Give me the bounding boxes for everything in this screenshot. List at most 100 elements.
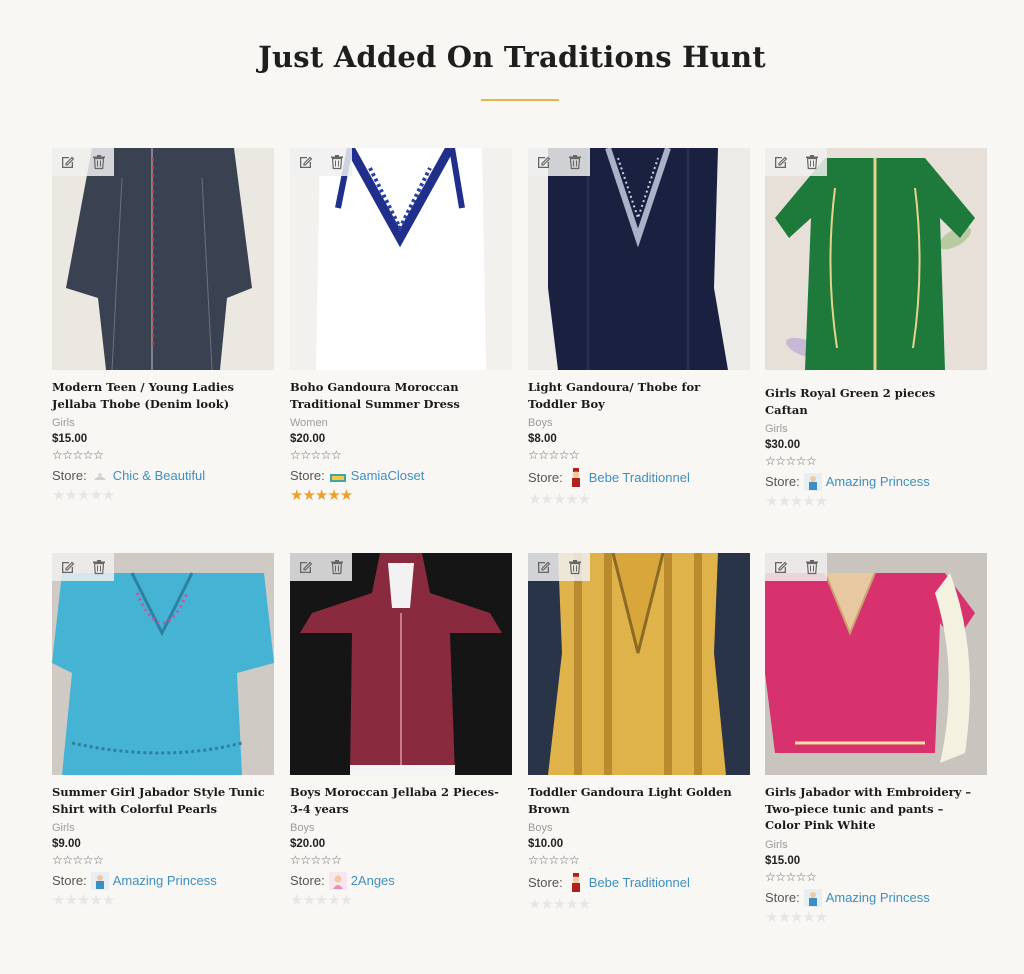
store-rating: ★★★★★: [52, 892, 115, 909]
product-category[interactable]: Boys: [528, 417, 750, 429]
trash-icon[interactable]: [559, 148, 590, 176]
trash-icon[interactable]: [83, 148, 114, 176]
store-rating: ★★★★★: [528, 491, 591, 508]
product-name[interactable]: Summer Girl Jabador Style Tunic Shirt wi…: [52, 784, 274, 817]
store-link[interactable]: Amazing Princess: [826, 473, 930, 491]
store-line: Store: Amazing Princess: [765, 888, 987, 907]
store-link[interactable]: SamiaCloset: [351, 467, 425, 485]
product-tools: [52, 553, 114, 581]
edit-icon[interactable]: [52, 553, 83, 581]
product-tools: [528, 553, 590, 581]
store-label: Store:: [765, 889, 800, 905]
product-name[interactable]: Girls Royal Green 2 pieces Caftan: [765, 385, 987, 418]
edit-icon[interactable]: [765, 553, 796, 581]
product-card: Toddler Gandoura Light Golden Brown Boys…: [528, 553, 750, 913]
product-tools: [528, 148, 590, 176]
trash-icon[interactable]: [321, 553, 352, 581]
store-rating: ★★★★★: [290, 487, 353, 504]
store-avatar: [328, 872, 347, 890]
product-name[interactable]: Girls Jabador with Embroidery – Two-piec…: [765, 784, 987, 834]
store-link[interactable]: Bebe Traditionnel: [589, 469, 690, 487]
edit-icon[interactable]: [765, 148, 796, 176]
product-category[interactable]: Girls: [52, 822, 274, 834]
product-tools: [52, 148, 114, 176]
product-name[interactable]: Boho Gandoura Moroccan Traditional Summe…: [290, 379, 512, 412]
store-label: Store:: [765, 474, 800, 489]
store-rating: ★★★★★: [52, 487, 115, 504]
store-rating: ★★★★★: [765, 493, 828, 510]
product-category[interactable]: Boys: [290, 822, 512, 834]
store-avatar: [803, 888, 822, 907]
product-rating: ☆☆☆☆☆: [765, 454, 817, 468]
edit-icon[interactable]: [528, 553, 559, 581]
trash-icon[interactable]: [559, 553, 590, 581]
product-category[interactable]: Girls: [52, 417, 274, 429]
product-name[interactable]: Toddler Gandoura Light Golden Brown: [528, 784, 750, 817]
store-label: Store:: [52, 873, 87, 888]
trash-icon[interactable]: [321, 148, 352, 176]
store-line: Store: Chic & Beautiful: [52, 467, 274, 485]
product-name[interactable]: Boys Moroccan Jellaba 2 Pieces- 3-4 year…: [290, 784, 512, 817]
product-price: $15.00: [765, 854, 801, 867]
edit-icon[interactable]: [290, 148, 321, 176]
product-image[interactable]: [765, 553, 987, 775]
product-card: Girls Royal Green 2 pieces Caftan Girls …: [765, 148, 987, 510]
product-image[interactable]: [528, 553, 750, 775]
store-rating: ★★★★★: [765, 908, 828, 926]
product-image[interactable]: [765, 148, 987, 370]
store-link[interactable]: Amazing Princess: [113, 872, 217, 890]
store-label: Store:: [290, 873, 325, 888]
edit-icon[interactable]: [528, 148, 559, 176]
store-avatar: [91, 467, 109, 485]
product-rating: ☆☆☆☆☆: [290, 853, 342, 867]
product-category[interactable]: Girls: [765, 839, 987, 851]
store-rating: ★★★★★: [528, 896, 591, 913]
store-label: Store:: [290, 468, 325, 483]
store-avatar: [803, 473, 822, 491]
product-rating: ☆☆☆☆☆: [528, 448, 580, 462]
product-price: $20.00: [290, 433, 326, 445]
store-label: Store:: [528, 470, 563, 485]
edit-icon[interactable]: [52, 148, 83, 176]
store-line: Store: Bebe Traditionnel: [528, 467, 750, 489]
product-rating: ☆☆☆☆☆: [765, 869, 817, 884]
store-link[interactable]: Chic & Beautiful: [113, 467, 206, 485]
product-image[interactable]: [52, 148, 274, 370]
trash-icon[interactable]: [796, 553, 827, 581]
store-avatar: [90, 872, 109, 890]
trash-icon[interactable]: [796, 148, 827, 176]
product-tools: [765, 148, 827, 176]
product-name[interactable]: Light Gandoura/ Thobe for Toddler Boy: [528, 379, 750, 412]
trash-icon[interactable]: [83, 553, 114, 581]
product-image[interactable]: [290, 553, 512, 775]
product-price: $9.00: [52, 838, 81, 850]
product-price: $20.00: [290, 838, 326, 850]
product-price: $15.00: [52, 433, 88, 445]
product-rating: ☆☆☆☆☆: [52, 853, 104, 867]
product-category[interactable]: Boys: [528, 822, 750, 834]
store-avatar: [567, 467, 585, 489]
product-image[interactable]: [528, 148, 750, 370]
product-rating: ☆☆☆☆☆: [528, 853, 580, 867]
store-link[interactable]: Bebe Traditionnel: [589, 874, 690, 892]
edit-icon[interactable]: [290, 553, 321, 581]
store-link[interactable]: Amazing Princess: [826, 889, 930, 907]
product-rating: ☆☆☆☆☆: [290, 448, 342, 462]
store-link[interactable]: 2Anges: [351, 872, 395, 890]
product-card: Girls Jabador with Embroidery – Two-piec…: [765, 553, 987, 926]
product-price: $10.00: [528, 838, 564, 850]
store-avatar: [567, 872, 585, 894]
product-card: Boho Gandoura Moroccan Traditional Summe…: [290, 148, 512, 504]
product-price: $8.00: [528, 433, 557, 445]
product-tools: [290, 148, 352, 176]
product-image[interactable]: [52, 553, 274, 775]
product-name[interactable]: Modern Teen / Young Ladies Jellaba Thobe…: [52, 379, 274, 412]
product-category[interactable]: Women: [290, 417, 512, 429]
product-card: Modern Teen / Young Ladies Jellaba Thobe…: [52, 148, 274, 504]
product-image[interactable]: [290, 148, 512, 370]
product-tools: [765, 553, 827, 581]
product-card: Light Gandoura/ Thobe for Toddler Boy Bo…: [528, 148, 750, 508]
product-tools: [290, 553, 352, 581]
store-line: Store: Bebe Traditionnel: [528, 872, 750, 894]
product-category[interactable]: Girls: [765, 423, 987, 435]
